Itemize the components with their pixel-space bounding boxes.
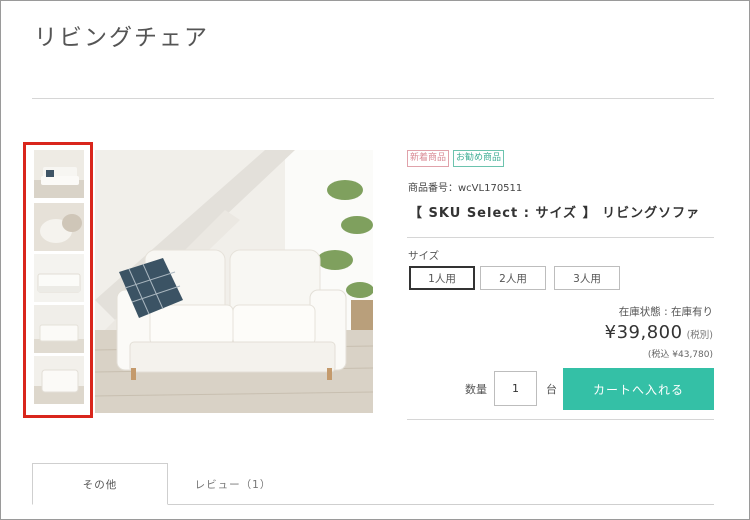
main-product-image	[95, 150, 373, 413]
page-title: リビングチェア	[34, 25, 209, 51]
product-name: 【 SKU Select : サイズ 】 リビングソファ	[409, 206, 701, 221]
size-label: サイズ	[408, 250, 440, 262]
tab-other[interactable]: その他	[32, 463, 168, 505]
badge-group: 新着商品 お勧め商品	[407, 150, 505, 167]
quantity-input[interactable]: 1	[494, 371, 537, 406]
size-option-1[interactable]: 1人用	[409, 266, 475, 290]
stock-status: 在庫状態 : 在庫有り	[618, 306, 713, 318]
add-to-cart-button[interactable]: カートへ入れる	[563, 368, 714, 410]
size-option-3[interactable]: 3人用	[554, 266, 620, 290]
thumbnail-sofa-room[interactable]	[34, 305, 84, 353]
thumbnail-sofa-detail[interactable]	[34, 356, 84, 404]
tab-reviews[interactable]: レビュー（1）	[168, 463, 298, 505]
tax-note: (税別)	[686, 330, 713, 341]
product-sku: 商品番号：wcVL170511	[408, 183, 523, 194]
recommended-badge: お勧め商品	[453, 150, 505, 167]
thumbnail-sofa-side[interactable]	[34, 254, 84, 302]
size-option-2[interactable]: 2人用	[480, 266, 546, 290]
name-divider	[407, 237, 714, 238]
thumbnail-sofa-front[interactable]	[34, 150, 84, 198]
price-including-tax: (税込 ¥43,780)	[647, 350, 713, 360]
thumbnail-strip	[23, 142, 93, 418]
new-arrival-badge: 新着商品	[407, 150, 450, 167]
price-block: ¥39,800 (税別)	[605, 322, 713, 343]
title-divider	[32, 98, 714, 99]
price-amount: ¥39,800	[604, 322, 683, 343]
thumbnail-cushion-closeup[interactable]	[34, 203, 84, 251]
quantity-label: 数量	[465, 383, 487, 396]
quantity-unit: 台	[546, 383, 557, 396]
cart-divider	[407, 419, 714, 420]
